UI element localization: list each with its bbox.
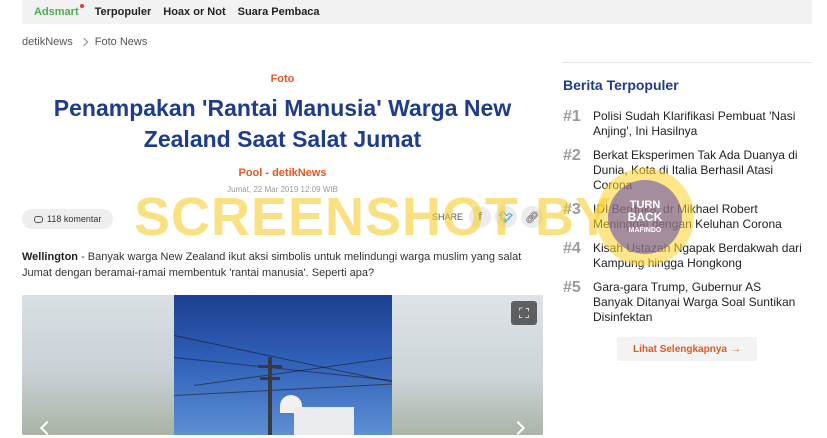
top-nav: Adsmart Terpopuler Hoax or Not Suara Pem… [22, 0, 812, 24]
notification-dot [79, 4, 84, 8]
twitter-icon[interactable]: 🐦︎ [495, 206, 517, 228]
photo-slider[interactable]: ⛶ [22, 295, 543, 435]
list-item-title[interactable]: Polisi Sudah Klarifikasi Pembuat 'Nasi A… [593, 109, 803, 139]
adsmart-link[interactable]: Adsmart [34, 4, 84, 18]
mosque-building [294, 407, 354, 435]
lead-place: Wellington [22, 251, 79, 263]
nav-link-hoax-or-not[interactable]: Hoax or Not [163, 6, 225, 18]
seal-bottom-text: MAFINDO [628, 226, 662, 234]
list-item[interactable]: #1 Polisi Sudah Klarifikasi Pembuat 'Nas… [563, 109, 812, 139]
fullscreen-icon[interactable]: ⛶ [511, 301, 537, 325]
article-category[interactable]: Foto [22, 73, 543, 85]
nav-link-suara-pembaca[interactable]: Suara Pembaca [238, 6, 320, 18]
nav-link-terpopuler[interactable]: Terpopuler [95, 6, 152, 18]
link-icon[interactable]: 🔗︎ [521, 206, 543, 228]
list-item[interactable]: #2 Berkat Eksperimen Tak Ada Duanya di D… [563, 148, 812, 193]
list-item[interactable]: #4 Kisah Ustazah Ngapak Berdakwah dari K… [563, 241, 812, 271]
seal-mid-text: BACK [627, 209, 663, 224]
lead-text: - Banyak warga New Zealand ikut aksi sim… [22, 251, 522, 279]
article-date: Jumat, 22 Mar 2019 12:09 WIB [227, 185, 338, 194]
see-more-label: Lihat Selengkapnya [633, 343, 727, 355]
share-group: SHARE f 🐦︎ 🔗︎ [432, 206, 543, 228]
list-item-rank: #1 [563, 108, 581, 125]
article-lead: Wellington - Banyak warga New Zealand ik… [22, 249, 543, 281]
sidebar-title: Berita Terpopuler [563, 77, 679, 93]
breadcrumb-item-detiknews[interactable]: detikNews [22, 36, 73, 48]
list-item-title[interactable]: Gara-gara Trump, Gubernur AS Banyak Dita… [593, 280, 803, 325]
arrow-right-icon: → [730, 343, 741, 355]
article-author: Pool - detikNews [238, 167, 327, 179]
power-pole [268, 357, 272, 435]
list-item[interactable]: #5 Gara-gara Trump, Gubernur AS Banyak D… [563, 280, 812, 325]
share-bar: 118 komentar SHARE f 🐦︎ 🔗︎ [22, 206, 543, 232]
comments-button[interactable]: 118 komentar [22, 209, 114, 229]
list-item-rank: #4 [563, 240, 581, 257]
list-item-rank: #3 [563, 201, 581, 218]
photo-main [173, 295, 404, 435]
see-more-button[interactable]: Lihat Selengkapnya → [617, 337, 757, 361]
share-label: SHARE [431, 212, 463, 222]
breadcrumb: detikNews Foto News [22, 36, 147, 48]
photo-prev-preview [22, 295, 174, 435]
breadcrumb-item-foto-news[interactable]: Foto News [95, 36, 148, 48]
seal-inner: TURN BACK MAFINDO [608, 180, 682, 254]
list-item-rank: #5 [563, 279, 581, 296]
seal-top-text: TURN [629, 198, 661, 211]
turnbackhoax-seal: TURN BACK MAFINDO [596, 168, 694, 266]
chevron-right-icon [79, 37, 88, 47]
comment-icon [34, 215, 43, 223]
facebook-icon[interactable]: f [469, 206, 491, 228]
list-item-rank: #2 [563, 147, 581, 164]
comments-count: 118 komentar [47, 214, 102, 224]
article: Foto Penampakan 'Rantai Manusia' Warga N… [22, 62, 543, 435]
article-title: Penampakan 'Rantai Manusia' Warga New Ze… [53, 95, 512, 152]
